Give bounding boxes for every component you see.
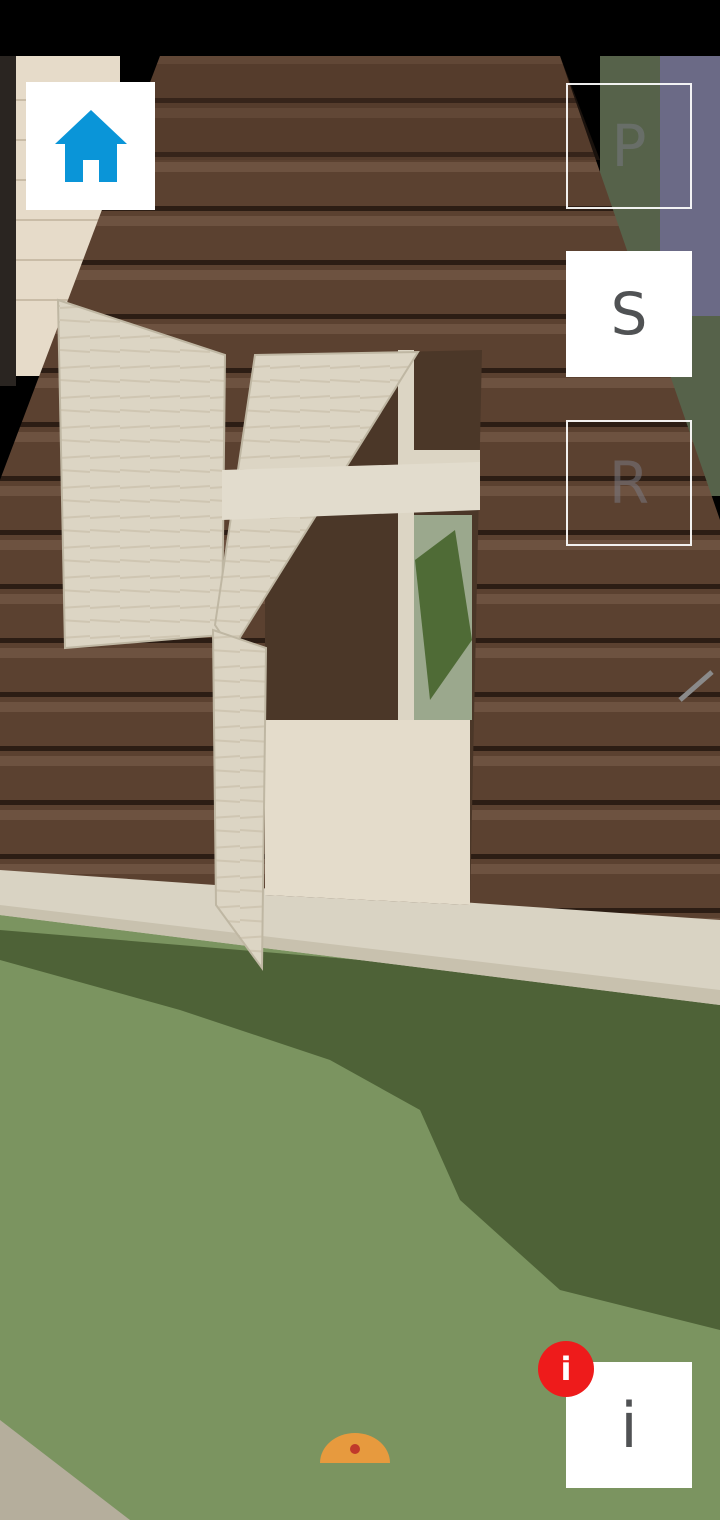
game-scene[interactable]: [0, 0, 720, 1520]
window-shutter-left: [56, 298, 227, 650]
home-icon: [54, 110, 127, 182]
notification-badge: i: [538, 1341, 594, 1397]
p-button[interactable]: P: [566, 83, 692, 209]
home-button[interactable]: [26, 82, 155, 210]
r-button[interactable]: R: [566, 420, 692, 546]
s-button[interactable]: S: [566, 251, 692, 377]
